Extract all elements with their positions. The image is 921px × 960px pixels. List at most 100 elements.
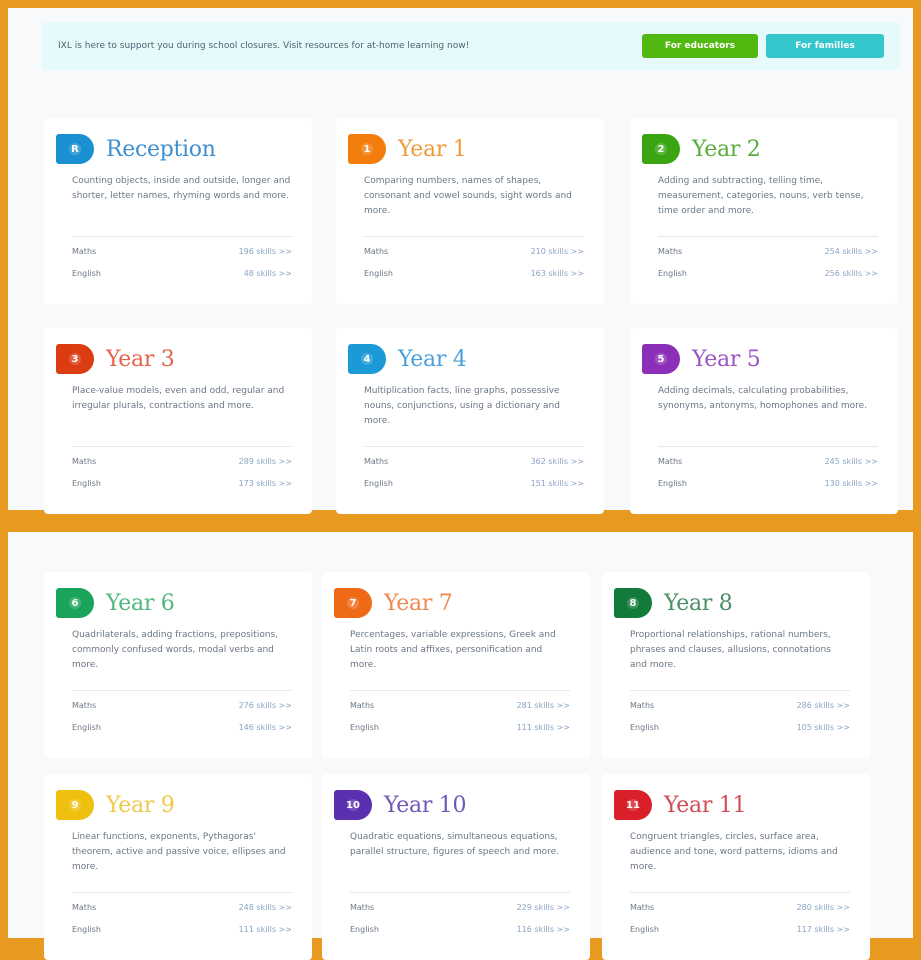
subject-row: English 163 skills >> — [364, 265, 584, 281]
subject-name: English — [72, 722, 101, 732]
subject-row: English 130 skills >> — [658, 475, 878, 491]
card-description: Multiplication facts, line graphs, posse… — [364, 386, 560, 426]
badge-label: 4 — [363, 353, 371, 365]
divider — [658, 236, 878, 237]
card-title-year-6[interactable]: Year 6 — [106, 591, 175, 616]
skills-link[interactable]: 111 skills >> — [239, 925, 292, 934]
card-title-year-8[interactable]: Year 8 — [664, 591, 733, 616]
grade-badge-icon: 11 — [614, 790, 652, 820]
subject-row: Maths 286 skills >> — [630, 697, 850, 713]
for-educators-button[interactable]: For educators — [642, 34, 758, 58]
card-title-reception[interactable]: Reception — [106, 137, 216, 162]
skills-link[interactable]: 256 skills >> — [825, 269, 878, 278]
grade-badge-icon: 5 — [642, 344, 680, 374]
subject-name: English — [364, 268, 393, 278]
skills-link[interactable]: 281 skills >> — [517, 701, 570, 710]
year-card[interactable]: 10 Year 10 Quadratic equations, simultan… — [322, 774, 590, 960]
card-description: Percentages, variable expressions, Greek… — [350, 630, 556, 670]
subject-row: Maths 229 skills >> — [350, 899, 570, 915]
card-description: Linear functions, exponents, Pythagoras'… — [72, 832, 286, 872]
year-card[interactable]: 2 Year 2 Adding and subtracting, telling… — [630, 118, 898, 304]
skills-link[interactable]: 117 skills >> — [797, 925, 850, 934]
skills-link[interactable]: 254 skills >> — [825, 247, 878, 256]
card-title-year-9[interactable]: Year 9 — [106, 793, 175, 818]
subject-name: English — [72, 478, 101, 488]
subject-name: Maths — [630, 902, 655, 912]
grade-badge-icon: 1 — [348, 134, 386, 164]
skills-link[interactable]: 362 skills >> — [531, 457, 584, 466]
skills-link[interactable]: 163 skills >> — [531, 269, 584, 278]
subject-row: English 116 skills >> — [350, 921, 570, 937]
card-title-year-5[interactable]: Year 5 — [692, 347, 761, 372]
divider — [350, 690, 570, 691]
year-card[interactable]: 1 Year 1 Comparing numbers, names of sha… — [336, 118, 604, 304]
skills-link[interactable]: 210 skills >> — [531, 247, 584, 256]
skills-link[interactable]: 111 skills >> — [517, 723, 570, 732]
subject-row: Maths 210 skills >> — [364, 243, 584, 259]
year-card[interactable]: 4 Year 4 Multiplication facts, line grap… — [336, 328, 604, 514]
skills-link[interactable]: 289 skills >> — [239, 457, 292, 466]
year-card[interactable]: 3 Year 3 Place-value models, even and od… — [44, 328, 312, 514]
skills-link[interactable]: 276 skills >> — [239, 701, 292, 710]
card-title-year-3[interactable]: Year 3 — [106, 347, 175, 372]
skills-link[interactable]: 248 skills >> — [239, 903, 292, 912]
card-title-year-7[interactable]: Year 7 — [384, 591, 453, 616]
subject-row: Maths 362 skills >> — [364, 453, 584, 469]
skills-link[interactable]: 105 skills >> — [797, 723, 850, 732]
badge-label: 5 — [657, 353, 665, 365]
skills-link[interactable]: 146 skills >> — [239, 723, 292, 732]
subject-row: English 146 skills >> — [72, 719, 292, 735]
skills-link[interactable]: 151 skills >> — [531, 479, 584, 488]
year-card[interactable]: 5 Year 5 Adding decimals, calculating pr… — [630, 328, 898, 514]
grade-badge-icon: 2 — [642, 134, 680, 164]
skills-link[interactable]: 173 skills >> — [239, 479, 292, 488]
subject-row: English 117 skills >> — [630, 921, 850, 937]
subject-row: Maths 196 skills >> — [72, 243, 292, 259]
card-description: Proportional relationships, rational num… — [630, 630, 831, 670]
year-card[interactable]: R Reception Counting objects, inside and… — [44, 118, 312, 304]
grade-badge-icon: 4 — [348, 344, 386, 374]
grade-badge-icon: 7 — [334, 588, 372, 618]
skills-link[interactable]: 286 skills >> — [797, 701, 850, 710]
divider — [630, 892, 850, 893]
subject-name: Maths — [658, 456, 683, 466]
badge-label: 7 — [349, 597, 357, 609]
badge-label: 2 — [657, 143, 665, 155]
subject-name: Maths — [72, 456, 97, 466]
card-title-year-11[interactable]: Year 11 — [664, 793, 746, 818]
card-header: 11 Year 11 — [614, 788, 856, 822]
card-description: Congruent triangles, circles, surface ar… — [630, 832, 838, 872]
divider — [72, 446, 292, 447]
year-card[interactable]: 9 Year 9 Linear functions, exponents, Py… — [44, 774, 312, 960]
card-title-year-2[interactable]: Year 2 — [692, 137, 761, 162]
year-card[interactable]: 6 Year 6 Quadrilaterals, adding fraction… — [44, 572, 312, 758]
subject-name: English — [72, 268, 101, 278]
card-title-year-10[interactable]: Year 10 — [384, 793, 466, 818]
card-description: Quadratic equations, simultaneous equati… — [350, 832, 560, 857]
badge-label: 6 — [71, 597, 79, 609]
card-title-year-1[interactable]: Year 1 — [398, 137, 467, 162]
subject-row: English 48 skills >> — [72, 265, 292, 281]
year-card[interactable]: 11 Year 11 Congruent triangles, circles,… — [602, 774, 870, 960]
skills-link[interactable]: 196 skills >> — [239, 247, 292, 256]
subject-row: Maths 245 skills >> — [658, 453, 878, 469]
subject-row: English 111 skills >> — [72, 921, 292, 937]
subject-row: Maths 289 skills >> — [72, 453, 292, 469]
skills-link[interactable]: 245 skills >> — [825, 457, 878, 466]
card-header: 3 Year 3 — [56, 342, 298, 376]
skills-link[interactable]: 229 skills >> — [517, 903, 570, 912]
grade-badge-icon: 9 — [56, 790, 94, 820]
card-title-year-4[interactable]: Year 4 — [398, 347, 467, 372]
subject-name: English — [658, 268, 687, 278]
year-card[interactable]: 8 Year 8 Proportional relationships, rat… — [602, 572, 870, 758]
badge-label: 11 — [626, 799, 640, 811]
skills-link[interactable]: 48 skills >> — [244, 269, 292, 278]
for-families-button[interactable]: For families — [766, 34, 884, 58]
card-header: 7 Year 7 — [334, 586, 576, 620]
subject-name: English — [364, 478, 393, 488]
year-card[interactable]: 7 Year 7 Percentages, variable expressio… — [322, 572, 590, 758]
skills-link[interactable]: 130 skills >> — [825, 479, 878, 488]
subject-row: English 111 skills >> — [350, 719, 570, 735]
skills-link[interactable]: 280 skills >> — [797, 903, 850, 912]
skills-link[interactable]: 116 skills >> — [517, 925, 570, 934]
